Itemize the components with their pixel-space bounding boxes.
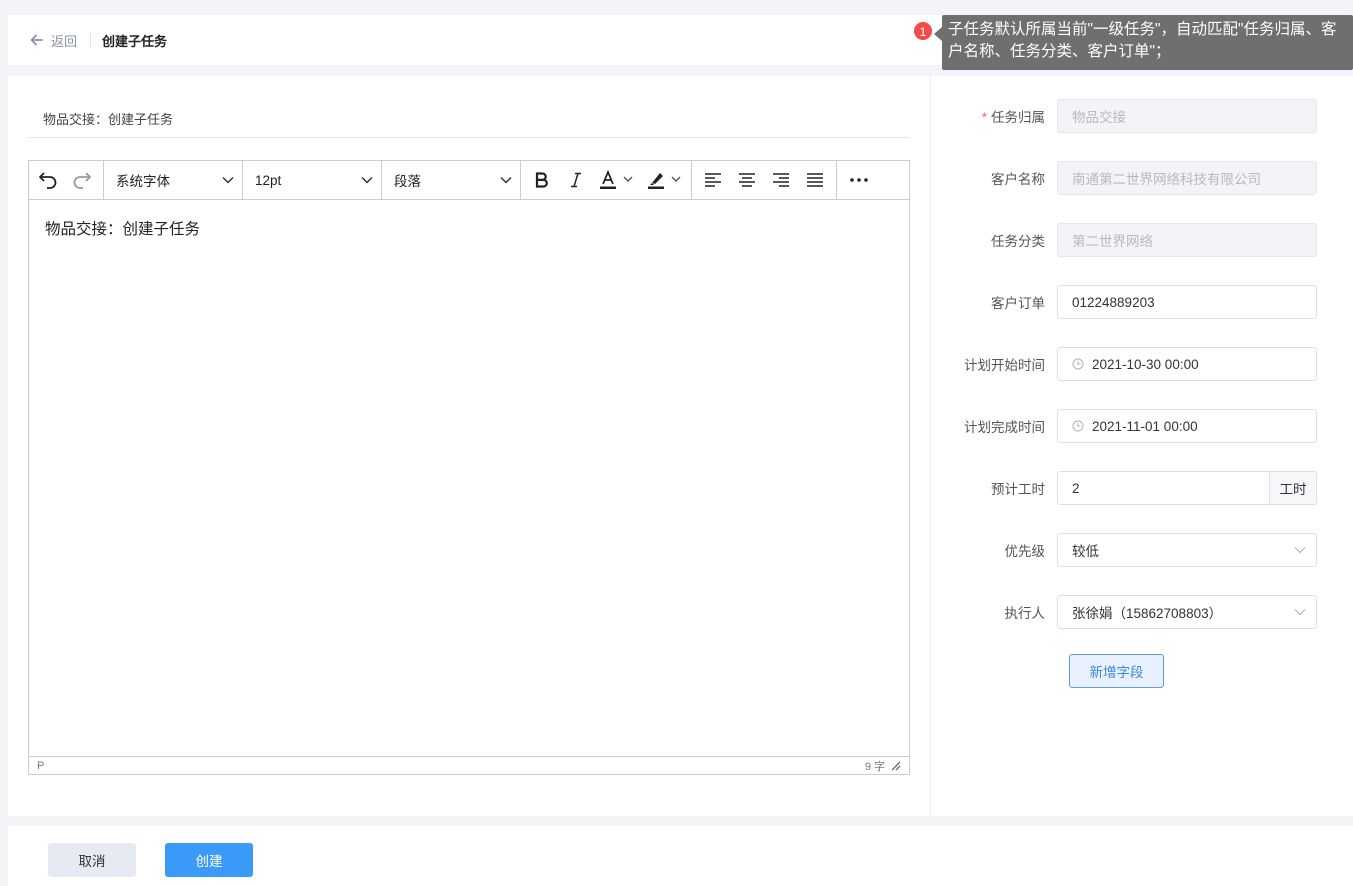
task-owner-label: * 任务归属 — [938, 106, 1057, 126]
main-panel: 物品交接：创建子任务 系统字体 12pt 段落 物品交接：创建子任务 P 9 字… — [8, 76, 1353, 816]
est-hours-label: 预计工时 — [991, 482, 1045, 497]
font-size-value: 12pt — [255, 172, 282, 188]
form-row-plan-end: 计划完成时间 2021-11-01 00:00 — [938, 409, 1353, 443]
content-panel: 物品交接：创建子任务 系统字体 12pt 段落 物品交接：创建子任务 P 9 字 — [8, 76, 930, 816]
highlight-icon — [648, 173, 681, 189]
clock-icon — [1072, 420, 1084, 432]
align-right-icon — [773, 173, 789, 187]
subject-field[interactable]: 物品交接：创建子任务 — [28, 96, 910, 138]
highlight-color-button[interactable] — [641, 161, 689, 200]
align-justify-button[interactable] — [798, 161, 832, 200]
block-format-select[interactable]: 段落 — [382, 160, 521, 200]
plan-end-label: 计划完成时间 — [964, 420, 1045, 435]
panel-divider — [930, 76, 931, 816]
cancel-button[interactable]: 取消 — [48, 843, 136, 877]
italic-button[interactable] — [559, 161, 593, 200]
plan-start-picker[interactable]: 2021-10-30 00:00 — [1057, 347, 1317, 381]
customer-order-label: 客户订单 — [991, 296, 1045, 311]
text-color-icon — [600, 170, 633, 189]
priority-label: 优先级 — [1004, 544, 1046, 559]
editor-toolbar: 系统字体 12pt 段落 — [29, 160, 909, 200]
plan-end-picker[interactable]: 2021-11-01 00:00 — [1057, 409, 1317, 443]
task-owner-label-text: 任务归属 — [991, 110, 1045, 125]
customer-order-input[interactable]: 01224889203 — [1057, 285, 1317, 319]
align-justify-icon — [807, 173, 823, 187]
tooltip: 子任务默认所属当前"一级任务"，自动匹配"任务归属、客户名称、任务分类、客户订单… — [934, 15, 1353, 70]
divider — [90, 33, 92, 47]
more-icon — [850, 178, 868, 182]
align-center-icon — [739, 173, 755, 187]
chevron-down-icon — [222, 176, 234, 184]
chevron-down-icon — [500, 176, 512, 184]
redo-button[interactable] — [65, 161, 99, 200]
align-right-button[interactable] — [764, 161, 798, 200]
undo-icon — [39, 172, 57, 189]
history-group — [29, 160, 104, 200]
page-title: 创建子任务 — [102, 33, 168, 49]
priority-value: 较低 — [1072, 544, 1099, 559]
align-center-button[interactable] — [730, 161, 764, 200]
task-category-label: 任务分类 — [991, 234, 1045, 249]
customer-name-input: 南通第二世界网络科技有限公司 — [1057, 161, 1317, 195]
align-left-icon — [705, 173, 721, 187]
assignee-value: 张徐娟（15862708803） — [1072, 606, 1223, 621]
text-color-button[interactable] — [593, 161, 641, 200]
font-family-value: 系统字体 — [116, 174, 170, 189]
resize-handle-icon[interactable] — [891, 761, 901, 771]
plan-end-value: 2021-11-01 00:00 — [1092, 418, 1198, 434]
word-count: 9 字 — [864, 760, 885, 773]
add-field-button[interactable]: 新增字段 — [1069, 654, 1164, 688]
bold-icon — [535, 172, 548, 188]
priority-select[interactable]: 较低 — [1057, 533, 1317, 567]
create-button[interactable]: 创建 — [165, 843, 253, 877]
align-group — [692, 160, 837, 200]
form-row-customer-order: 客户订单 01224889203 — [938, 285, 1353, 319]
undo-button[interactable] — [31, 161, 65, 200]
font-family-select[interactable]: 系统字体 — [104, 160, 243, 200]
align-left-button[interactable] — [696, 161, 730, 200]
plan-start-value: 2021-10-30 00:00 — [1092, 356, 1199, 372]
task-owner-input: 物品交接 — [1057, 99, 1317, 133]
assignee-select[interactable]: 张徐娟（15862708803） — [1057, 595, 1317, 629]
task-category-input: 第二世界网络 — [1057, 223, 1317, 257]
editor-content[interactable]: 物品交接：创建子任务 — [29, 200, 909, 756]
back-label: 返回 — [51, 33, 78, 49]
form-row-priority: 优先级 较低 — [938, 533, 1353, 567]
more-button[interactable] — [837, 161, 881, 200]
form-row-plan-start: 计划开始时间 2021-10-30 00:00 — [938, 347, 1353, 381]
tooltip-badge: 1 — [913, 21, 933, 41]
redo-icon — [73, 172, 91, 189]
element-path[interactable]: P — [37, 760, 44, 772]
form-row-customer-name: 客户名称 南通第二世界网络科技有限公司 — [938, 161, 1353, 195]
footer-bar: 取消 创建 — [8, 826, 1353, 886]
block-format-value: 段落 — [394, 174, 421, 189]
back-button[interactable]: 返回 — [30, 31, 77, 50]
form-row-assignee: 执行人 张徐娟（15862708803） — [938, 595, 1353, 629]
editor-statusbar: P 9 字 — [29, 756, 909, 774]
customer-name-label: 客户名称 — [991, 172, 1045, 187]
form-row-est-hours: 预计工时 2 工时 — [938, 471, 1353, 505]
assignee-label: 执行人 — [1004, 606, 1046, 621]
clock-icon — [1072, 358, 1084, 370]
italic-icon — [571, 172, 581, 188]
bold-button[interactable] — [525, 161, 559, 200]
format-group — [521, 160, 692, 200]
chevron-down-icon — [1294, 609, 1306, 616]
form-row-task-owner: * 任务归属 物品交接 — [938, 99, 1353, 133]
font-size-select[interactable]: 12pt — [243, 160, 382, 200]
est-hours-unit: 工时 — [1269, 471, 1317, 505]
statusbar-right: 9 字 — [865, 758, 901, 774]
est-hours-group: 2 工时 — [1057, 471, 1317, 505]
arrow-left-icon — [30, 34, 43, 46]
chevron-down-icon — [1294, 547, 1306, 554]
form-row-task-category: 任务分类 第二世界网络 — [938, 223, 1353, 257]
est-hours-input[interactable]: 2 — [1057, 471, 1269, 505]
required-mark: * — [981, 110, 987, 125]
plan-start-label: 计划开始时间 — [964, 358, 1045, 373]
rich-text-editor: 系统字体 12pt 段落 物品交接：创建子任务 P 9 字 — [28, 160, 910, 775]
chevron-down-icon — [361, 176, 373, 184]
